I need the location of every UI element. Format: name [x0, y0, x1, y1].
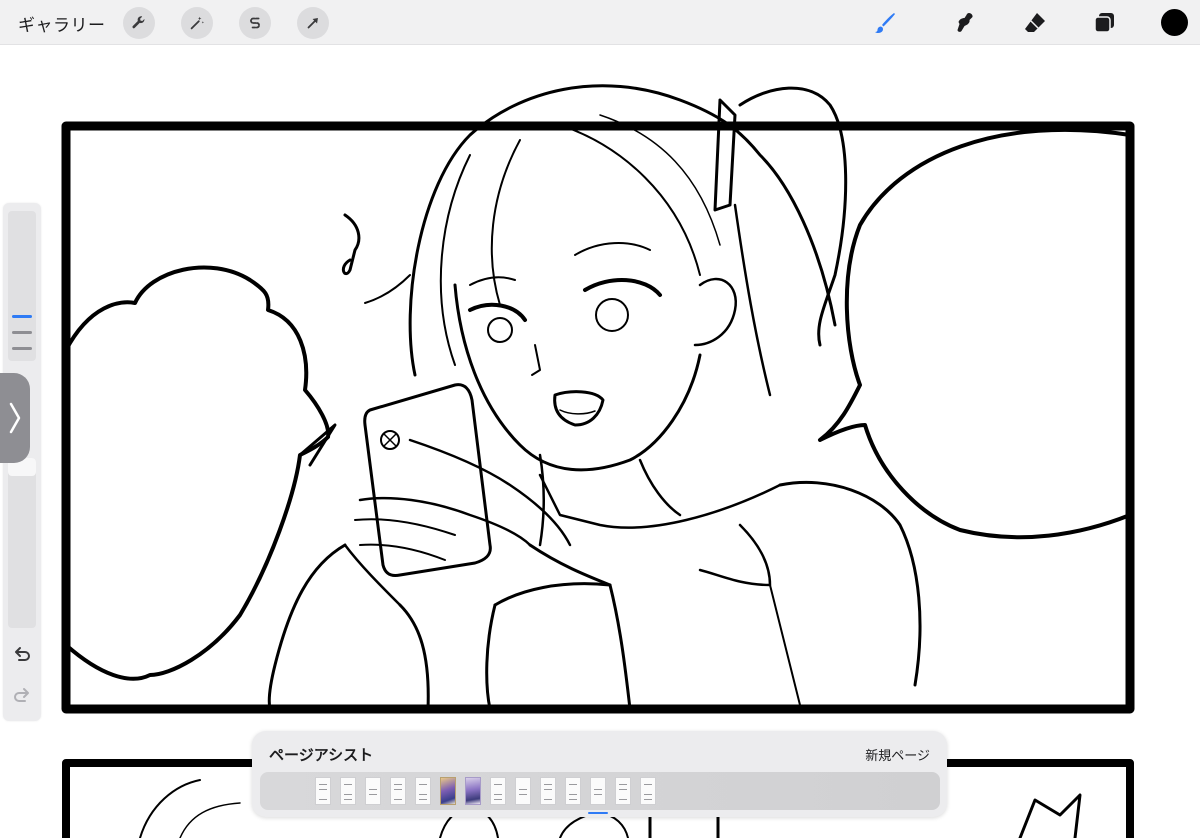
- top-toolbar: ギャラリー: [0, 0, 1200, 45]
- page-thumbnail[interactable]: [390, 777, 406, 805]
- new-page-button[interactable]: 新規ページ: [865, 745, 930, 764]
- page-thumbnail[interactable]: [565, 777, 581, 805]
- transform-arrow-icon[interactable]: [297, 7, 329, 39]
- page-thumbnail[interactable]: [415, 777, 431, 805]
- page-assist-title: ページアシスト: [269, 746, 374, 764]
- page-thumbnail[interactable]: [340, 777, 356, 805]
- layers-icon[interactable]: [1090, 8, 1120, 38]
- brush-size-tick: [12, 331, 32, 334]
- undo-icon[interactable]: [11, 644, 33, 666]
- canvas-artwork[interactable]: [0, 45, 1200, 838]
- page-thumbnail[interactable]: [515, 777, 531, 805]
- brush-size-slider[interactable]: [8, 211, 36, 361]
- page-thumbnail[interactable]: [540, 777, 556, 805]
- chevron-right-icon: [9, 402, 21, 434]
- brush-icon[interactable]: [870, 8, 900, 38]
- magic-wand-icon[interactable]: [181, 7, 213, 39]
- wrench-icon[interactable]: [123, 7, 155, 39]
- sidebar-collapse-button[interactable]: [0, 373, 30, 463]
- selection-s-icon[interactable]: [239, 7, 271, 39]
- page-thumbnail-strip[interactable]: [260, 772, 940, 810]
- brush-size-tick: [12, 347, 32, 350]
- page-thumbnail[interactable]: [590, 777, 606, 805]
- redo-icon[interactable]: [11, 685, 33, 707]
- page-thumbnail[interactable]: [615, 777, 631, 805]
- smudge-icon[interactable]: [950, 8, 980, 38]
- eraser-icon[interactable]: [1020, 8, 1050, 38]
- page-thumbnail[interactable]: [490, 777, 506, 805]
- page-thumbnail[interactable]: [365, 777, 381, 805]
- color-swatch[interactable]: [1161, 9, 1188, 36]
- page-thumbnail[interactable]: [640, 777, 656, 805]
- page-thumbnail[interactable]: [440, 777, 456, 805]
- page-assist-panel: ページアシスト 新規ページ: [252, 731, 947, 817]
- page-thumbnail[interactable]: [465, 777, 481, 805]
- opacity-slider[interactable]: [8, 458, 36, 628]
- brush-size-handle[interactable]: [12, 315, 32, 318]
- selected-page-indicator: [588, 812, 608, 814]
- page-thumbnail[interactable]: [315, 777, 331, 805]
- gallery-button[interactable]: ギャラリー: [18, 11, 106, 36]
